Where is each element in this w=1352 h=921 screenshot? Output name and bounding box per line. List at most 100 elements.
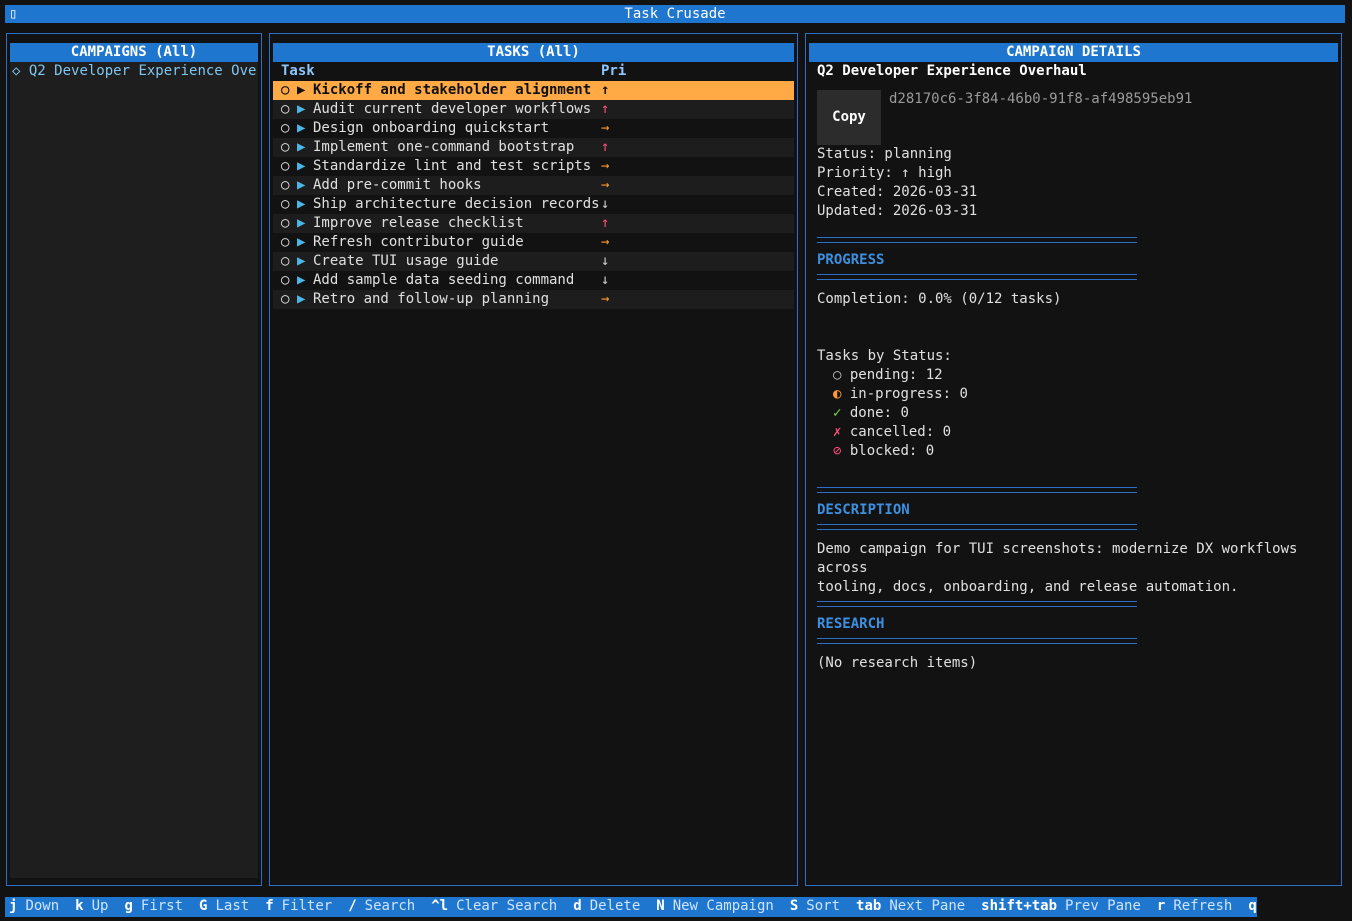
task-row[interactable]: ○ ▶ Create TUI usage guide ↓ bbox=[273, 252, 794, 271]
pending-icon: ○ bbox=[833, 367, 842, 383]
tasks-pane[interactable]: TASKS (All) Task Pri ○ ▶ Kickoff and stake… bbox=[269, 33, 798, 886]
status-field: Status: planning bbox=[817, 146, 952, 162]
task-name: Create TUI usage guide bbox=[313, 253, 499, 269]
priority-column-label[interactable]: Pri bbox=[601, 62, 626, 81]
key-action: New Campaign bbox=[672, 898, 774, 914]
pending-status-icon: ○ bbox=[281, 234, 290, 250]
task-row[interactable]: ○ ▶ Standardize lint and test scripts → bbox=[273, 157, 794, 176]
expand-arrow-icon[interactable]: ▶ bbox=[297, 290, 313, 309]
key-label: G bbox=[199, 898, 208, 914]
keybinding-hint: S Sort bbox=[790, 897, 840, 917]
expand-arrow-icon[interactable]: ▶ bbox=[297, 157, 313, 176]
expand-arrow-icon[interactable]: ▶ bbox=[297, 271, 313, 290]
task-name: Add sample data seeding command bbox=[313, 272, 575, 288]
expand-arrow-icon[interactable]: ▶ bbox=[297, 138, 313, 157]
keybinding-hint: shift+tab Prev Pane bbox=[981, 897, 1141, 917]
expand-arrow-icon[interactable]: ▶ bbox=[297, 252, 313, 271]
priority-arrow-icon: → bbox=[601, 120, 610, 136]
task-row[interactable]: ○ ▶ Improve release checklist ↑ bbox=[273, 214, 794, 233]
task-row[interactable]: ○ ▶ Kickoff and stakeholder alignment ↑ bbox=[273, 81, 794, 100]
task-row[interactable]: ○ ▶ Add sample data seeding command ↓ bbox=[273, 271, 794, 290]
updated-field: Updated: 2026-03-31 bbox=[817, 203, 978, 219]
status-count-in-progress: ◐ in-progress: 0 bbox=[833, 386, 968, 402]
priority-arrow-icon: ↑ bbox=[601, 82, 610, 98]
pending-status-icon: ○ bbox=[281, 139, 290, 155]
task-list[interactable]: ○ ▶ Kickoff and stakeholder alignment ↑ ○ ▶ Au… bbox=[270, 81, 797, 309]
campaign-id: d28170c6-3f84-46b0-91f8-af498595eb91 bbox=[889, 91, 1193, 107]
key-label: g bbox=[124, 898, 133, 914]
expand-arrow-icon[interactable]: ▶ bbox=[297, 119, 313, 138]
campaigns-pane[interactable]: CAMPAIGNS (All) ◇ Q2 Developer Experienc… bbox=[6, 33, 262, 886]
section-divider bbox=[817, 638, 1137, 644]
task-row[interactable]: ○ ▶ Design onboarding quickstart → bbox=[273, 119, 794, 138]
keybinding-hint: r Refresh bbox=[1157, 897, 1232, 917]
key-action: Filter bbox=[281, 898, 333, 914]
task-row[interactable]: ○ ▶ Refresh contributor guide → bbox=[273, 233, 794, 252]
expand-arrow-icon[interactable]: ▶ bbox=[297, 233, 313, 252]
task-name: Design onboarding quickstart bbox=[313, 120, 550, 136]
priority-arrow-icon: → bbox=[601, 291, 610, 307]
task-name: Kickoff and stakeholder alignment bbox=[313, 82, 592, 98]
keybinding-hint: f Filter bbox=[265, 897, 332, 917]
task-name: Standardize lint and test scripts bbox=[313, 158, 592, 174]
campaign-title: Q2 Developer Experience Overhaul bbox=[817, 63, 1087, 79]
key-action: Up bbox=[91, 898, 109, 914]
description-section-title: DESCRIPTION bbox=[817, 502, 910, 518]
keybinding-hint: G Last bbox=[199, 897, 249, 917]
task-row[interactable]: ○ ▶ Retro and follow-up planning → bbox=[273, 290, 794, 309]
key-action: Search bbox=[364, 898, 416, 914]
keybinding-hint: / Search bbox=[348, 897, 415, 917]
pending-status-icon: ○ bbox=[281, 158, 290, 174]
expand-arrow-icon[interactable]: ▶ bbox=[297, 195, 313, 214]
status-count-pending: ○ pending: 12 bbox=[833, 367, 943, 383]
task-name: Implement one-command bootstrap bbox=[313, 139, 575, 155]
key-label: f bbox=[265, 898, 274, 914]
description-line: Demo campaign for TUI screenshots: moder… bbox=[817, 541, 1298, 576]
task-row[interactable]: ○ ▶ Add pre-commit hooks → bbox=[273, 176, 794, 195]
key-label: j bbox=[9, 898, 18, 914]
key-label: tab bbox=[856, 898, 882, 914]
copy-id-button[interactable]: Copy bbox=[817, 90, 881, 145]
keybinding-hint: k Up bbox=[75, 897, 108, 917]
campaign-list[interactable]: ◇ Q2 Developer Experience Overh bbox=[10, 62, 258, 878]
progress-section-title: PROGRESS bbox=[817, 252, 885, 268]
key-label: / bbox=[348, 898, 357, 914]
key-label: r bbox=[1156, 898, 1166, 914]
key-label: k bbox=[75, 898, 84, 914]
task-row[interactable]: ○ ▶ Audit current developer workflows ↑ bbox=[273, 100, 794, 119]
task-column-label[interactable]: Task bbox=[273, 62, 601, 81]
campaign-item-label: Q2 Developer Experience Overh bbox=[28, 63, 258, 79]
task-row[interactable]: ○ ▶ Implement one-command bootstrap ↑ bbox=[273, 138, 794, 157]
priority-arrow-icon: ↓ bbox=[601, 253, 610, 269]
details-pane[interactable]: CAMPAIGN DETAILS Q2 Developer Experience… bbox=[805, 33, 1342, 886]
key-action: Next Pane bbox=[889, 898, 966, 914]
research-section-title: RESEARCH bbox=[817, 616, 885, 632]
key-label: d bbox=[573, 898, 582, 914]
pending-status-icon: ○ bbox=[281, 291, 290, 307]
task-row[interactable]: ○ ▶ Ship architecture decision records ↓ bbox=[273, 195, 794, 214]
expand-arrow-icon[interactable]: ▶ bbox=[297, 176, 313, 195]
description-line: tooling, docs, onboarding, and release a… bbox=[817, 579, 1239, 595]
priority-arrow-icon: ↑ bbox=[601, 215, 610, 231]
expand-arrow-icon[interactable]: ▶ bbox=[297, 81, 313, 100]
campaigns-header: CAMPAIGNS (All) bbox=[10, 43, 258, 62]
section-divider bbox=[817, 524, 1137, 530]
expand-arrow-icon[interactable]: ▶ bbox=[297, 100, 313, 119]
section-divider bbox=[817, 237, 1137, 243]
pending-status-icon: ○ bbox=[281, 215, 290, 231]
details-header: CAMPAIGN DETAILS bbox=[809, 43, 1338, 62]
campaign-item[interactable]: ◇ Q2 Developer Experience Overh bbox=[10, 62, 258, 81]
priority-arrow-icon: ↑ bbox=[601, 139, 610, 155]
priority-arrow-icon: → bbox=[601, 234, 610, 250]
key-action: Prev Pane bbox=[1065, 898, 1141, 914]
keybinding-hint: d Delete bbox=[573, 897, 640, 917]
section-divider bbox=[817, 601, 1137, 607]
pending-status-icon: ○ bbox=[281, 253, 290, 269]
pending-status-icon: ○ bbox=[281, 120, 290, 136]
priority-arrow-icon: ↑ bbox=[601, 101, 610, 117]
expand-arrow-icon[interactable]: ▶ bbox=[297, 214, 313, 233]
section-divider bbox=[817, 274, 1137, 280]
pending-status-icon: ○ bbox=[281, 82, 290, 98]
task-name: Improve release checklist bbox=[313, 215, 524, 231]
tasks-by-status-title: Tasks by Status: bbox=[817, 348, 952, 364]
